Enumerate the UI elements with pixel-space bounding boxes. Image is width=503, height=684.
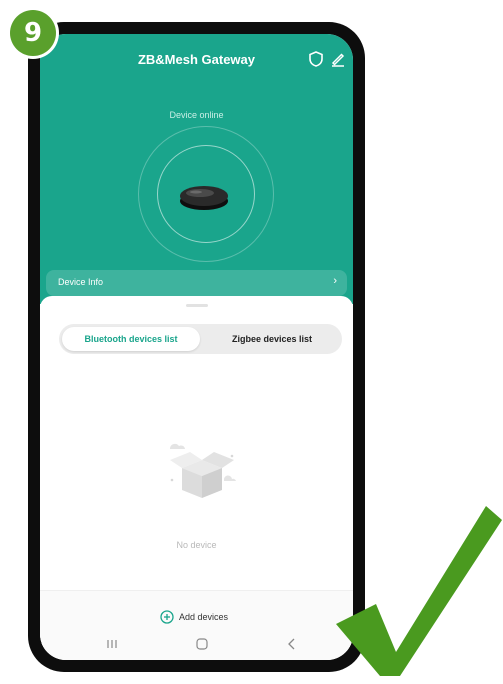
recent-apps-icon[interactable] [104, 636, 120, 652]
home-icon[interactable] [194, 636, 210, 652]
tab-bluetooth-devices[interactable]: Bluetooth devices list [62, 327, 200, 351]
device-status: Device online [169, 110, 224, 120]
device-list-tabs: Bluetooth devices list Zigbee devices li… [59, 324, 342, 354]
device-info-bar[interactable]: Device Info › [46, 270, 347, 296]
add-devices-button[interactable]: Add devices [160, 609, 228, 625]
system-navigation-bar [40, 628, 353, 660]
header: ZB&Mesh Gateway Device online Device Inf… [40, 34, 353, 304]
phone-screen: ZB&Mesh Gateway Device online Device Inf… [40, 34, 353, 660]
step-badge: 9 [10, 10, 56, 56]
empty-box-icon [170, 443, 236, 498]
back-icon[interactable] [284, 636, 300, 652]
empty-state-text: No device [176, 540, 217, 550]
sheet-handle[interactable] [186, 304, 208, 307]
edit-icon[interactable] [329, 50, 347, 68]
add-devices-label: Add devices [179, 612, 229, 622]
devices-sheet: Bluetooth devices list Zigbee devices li… [40, 296, 353, 660]
step-number: 9 [23, 18, 43, 48]
device-info-label: Device Info [58, 277, 104, 287]
checkmark-icon [336, 506, 502, 676]
plus-circle-icon [160, 610, 174, 624]
tab-zigbee-devices[interactable]: Zigbee devices list [205, 327, 339, 351]
gateway-device-icon [180, 186, 228, 210]
phone-frame: ZB&Mesh Gateway Device online Device Inf… [28, 22, 365, 672]
shield-icon[interactable] [307, 50, 325, 68]
chevron-right-icon: › [333, 275, 337, 287]
